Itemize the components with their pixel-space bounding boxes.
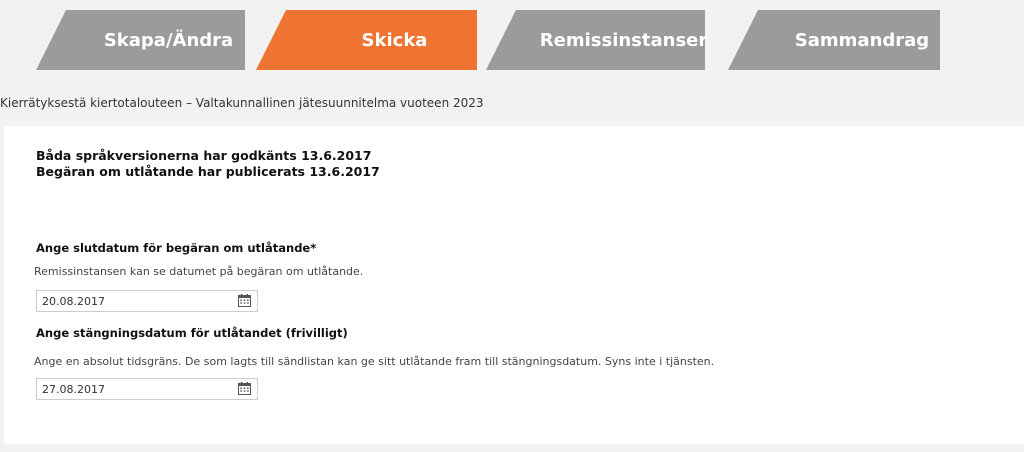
calendar-icon[interactable] bbox=[238, 382, 251, 395]
closing-date-field bbox=[36, 378, 258, 400]
step-create-edit[interactable]: Skapa/Ändra bbox=[36, 10, 245, 70]
step-summary[interactable]: Sammandrag bbox=[728, 10, 940, 70]
process-title: Kierrätyksestä kiertotalouteen – Valtaku… bbox=[0, 96, 484, 110]
closing-help: Ange en absolut tidsgräns. De som lagts … bbox=[34, 355, 715, 368]
step-label: Remissinstanser bbox=[539, 29, 708, 51]
closing-label: Ange stängningsdatum för utlåtandet (fri… bbox=[36, 326, 348, 340]
step-send[interactable]: Skicka bbox=[256, 10, 477, 70]
progress-steps: Skapa/Ändra Skicka Remissinstanser Samma… bbox=[0, 10, 1024, 70]
step-label: Skapa/Ändra bbox=[103, 29, 234, 51]
deadline-date-field bbox=[36, 290, 258, 312]
calendar-icon[interactable] bbox=[238, 294, 251, 307]
step-label: Skicka bbox=[361, 29, 428, 51]
step-recipients[interactable]: Remissinstanser bbox=[486, 10, 708, 70]
closing-date-input[interactable] bbox=[37, 379, 232, 399]
deadline-help: Remissinstansen kan se datumet på begära… bbox=[34, 265, 364, 278]
deadline-label: Ange slutdatum för begäran om utlåtande* bbox=[36, 241, 317, 255]
status-published: Begäran om utlåtande har publicerats 13.… bbox=[36, 164, 380, 179]
step-label: Sammandrag bbox=[794, 29, 930, 51]
deadline-date-input[interactable] bbox=[37, 291, 232, 311]
send-panel: Båda språkversionerna har godkänts 13.6.… bbox=[4, 126, 1024, 444]
status-approved: Båda språkversionerna har godkänts 13.6.… bbox=[36, 148, 372, 163]
status-messages: Båda språkversionerna har godkänts 13.6.… bbox=[36, 148, 380, 180]
